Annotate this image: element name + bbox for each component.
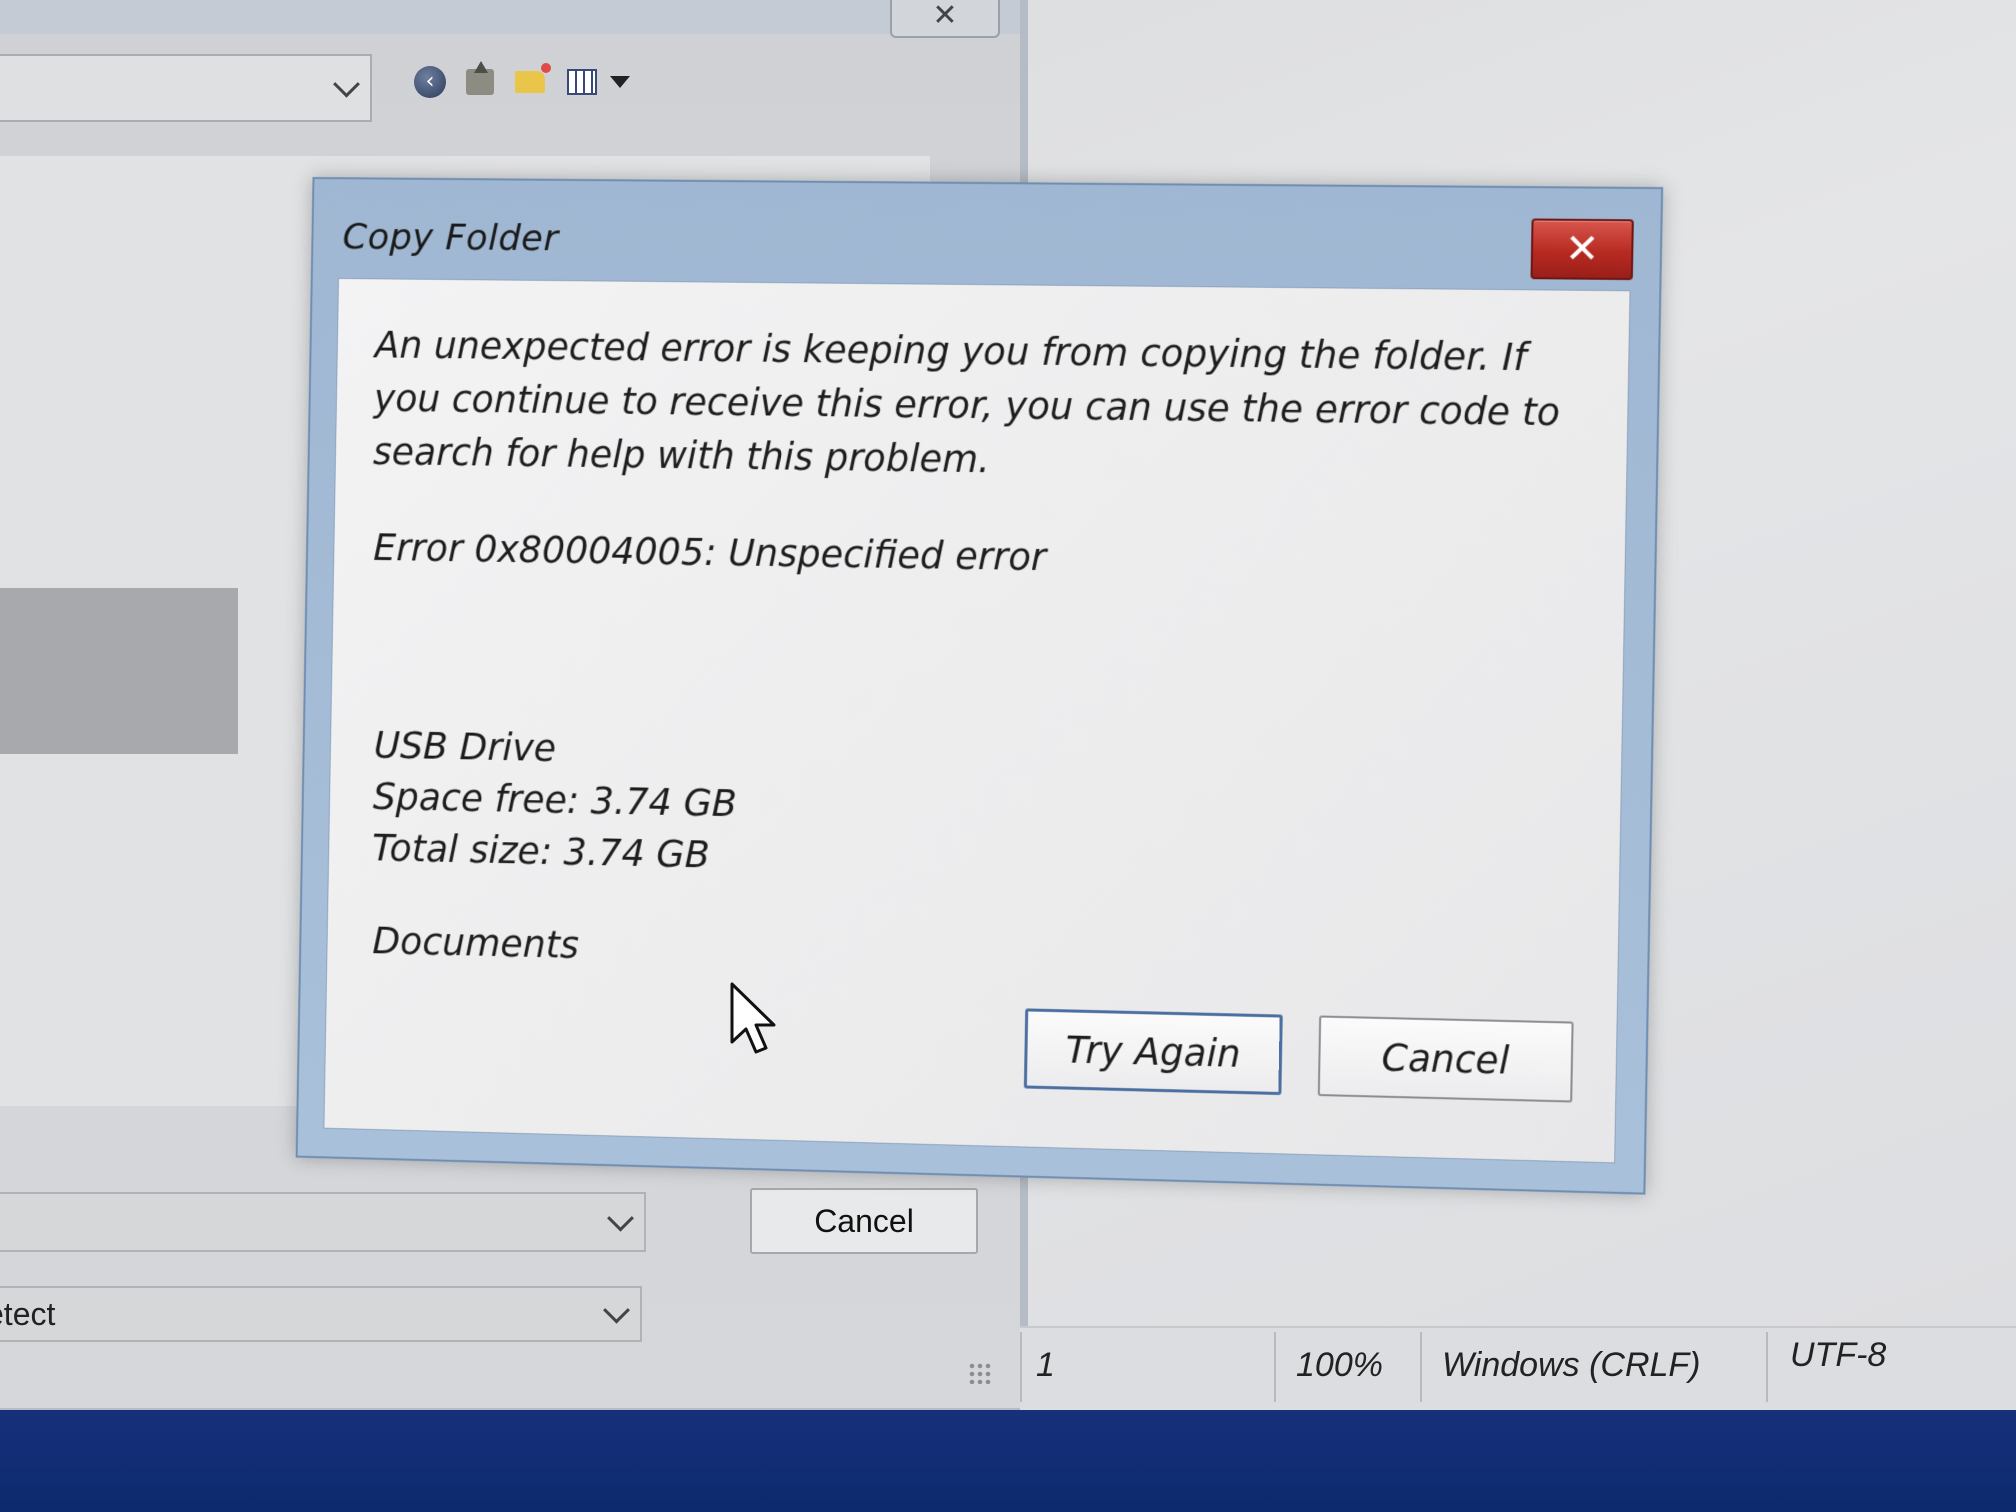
taskbar [0,1410,2016,1512]
new-folder-button[interactable] [512,63,551,100]
dialog-body: An unexpected error is keeping you from … [323,277,1631,1164]
status-encoding: UTF-8 [1790,1336,1887,1374]
status-line-endings: Windows (CRLF) [1442,1346,1701,1384]
close-icon: ✕ [1564,225,1600,273]
resize-grip[interactable] [968,1362,992,1384]
chevron-down-icon [333,70,360,98]
view-menu-icon [567,69,597,95]
close-button[interactable]: ✕ [1530,218,1634,281]
try-again-button[interactable]: Try Again [1023,1008,1283,1096]
dialog-title: Copy Folder [342,216,559,260]
status-line: 1 [1036,1346,1055,1384]
status-separator [1020,1332,1022,1402]
encoding-combobox[interactable]: etect [0,1286,642,1342]
editor-status-bar: 1 100% Windows (CRLF) UTF-8 [1020,1326,2016,1412]
status-zoom: 100% [1296,1346,1383,1384]
drive-info: USB Drive Space free: 3.74 GB Total size… [372,720,739,882]
location-combobox[interactable] [0,54,372,122]
chevron-down-icon [603,1296,630,1324]
back-icon: ‹ [414,66,446,98]
close-icon: ✕ [932,0,958,33]
folder-name: Documents [372,919,580,967]
drive-total-size: Total size: 3.74 GB [371,826,711,877]
up-one-level-button[interactable] [462,61,498,100]
status-separator [1420,1332,1422,1402]
view-menu-button[interactable] [564,64,600,100]
encoding-value: etect [0,1295,56,1332]
new-folder-icon [515,63,551,93]
error-code: Error 0x80004005: Unspecified error [372,526,1047,580]
selected-item-block [0,588,238,754]
back-button[interactable]: ‹ [412,64,448,100]
mouse-cursor-icon [730,982,776,1054]
status-separator [1766,1332,1768,1402]
parent-cancel-button[interactable]: Cancel [750,1188,978,1254]
parent-close-button[interactable]: ✕ [890,0,1000,38]
drive-space-free: Space free: 3.74 GB [372,775,738,826]
filename-combobox[interactable] [0,1192,646,1252]
dropdown-arrow-icon[interactable] [610,76,630,88]
status-separator [1274,1332,1276,1402]
copy-folder-error-dialog: Copy Folder ✕ An unexpected error is kee… [295,177,1664,1195]
up-folder-icon [466,61,494,95]
error-message: An unexpected error is keeping you from … [372,323,1561,482]
parent-titlebar [0,0,1020,34]
cancel-button[interactable]: Cancel [1317,1015,1574,1103]
chevron-down-icon [607,1204,634,1232]
drive-name: USB Drive [373,723,557,770]
